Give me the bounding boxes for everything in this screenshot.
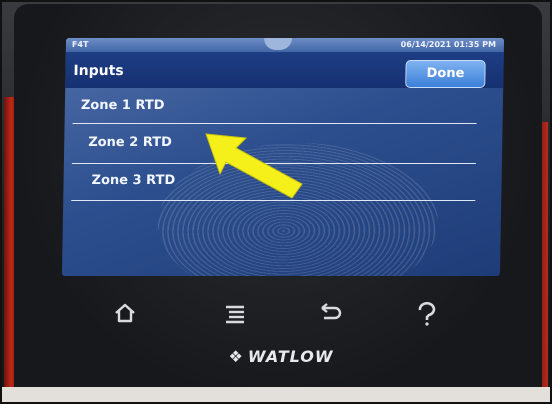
- list-item-zone-1[interactable]: Zone 1 RTD: [65, 88, 504, 126]
- list-item-label: Zone 3 RTD: [91, 173, 176, 188]
- divider: [71, 200, 476, 201]
- annotation-arrow-icon: [205, 133, 303, 199]
- menu-icon[interactable]: [220, 302, 250, 330]
- brand-text: WATLOW: [247, 347, 334, 366]
- done-button[interactable]: Done: [405, 60, 486, 88]
- title-bar: Inputs Done: [65, 52, 504, 88]
- status-datetime: 06/14/2021 01:35 PM: [400, 40, 497, 49]
- help-icon[interactable]: [412, 302, 442, 332]
- brand-logo: ❖ WATLOW: [216, 347, 346, 371]
- home-icon[interactable]: [110, 302, 140, 330]
- list-item-label: Zone 1 RTD: [80, 98, 165, 113]
- status-bar: F4T 06/14/2021 01:35 PM: [65, 38, 505, 52]
- watlow-diamond-icon: ❖: [228, 347, 244, 366]
- wall-background: [2, 387, 550, 402]
- back-icon[interactable]: [316, 302, 346, 330]
- pulldown-tab[interactable]: [263, 38, 293, 50]
- list-item-label: Zone 2 RTD: [88, 135, 173, 150]
- page-title: Inputs: [73, 63, 124, 79]
- device-model: F4T: [71, 40, 89, 49]
- divider: [72, 123, 477, 124]
- photo-frame: F4T 06/14/2021 01:35 PM Inputs Done Zone…: [0, 0, 552, 404]
